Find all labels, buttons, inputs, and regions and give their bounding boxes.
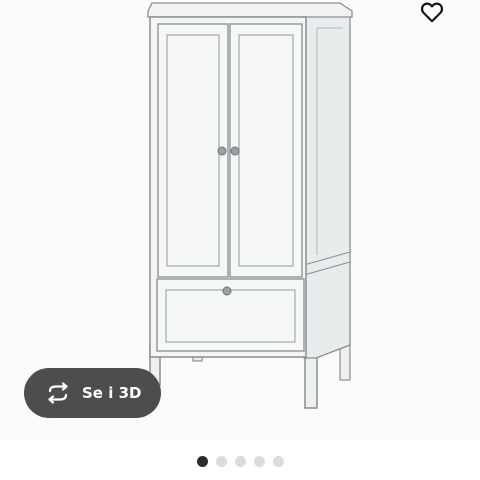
- product-image-gallery: Se i 3D: [0, 0, 480, 480]
- carousel-dot[interactable]: [215, 456, 227, 467]
- view-in-3d-button[interactable]: Se i 3D: [24, 368, 161, 418]
- carousel-dot[interactable]: [272, 456, 284, 467]
- rotate-3d-icon: [44, 379, 72, 407]
- carousel-pagination: [0, 456, 480, 468]
- carousel-dot[interactable]: [196, 456, 208, 467]
- carousel-dot[interactable]: [234, 456, 246, 467]
- view-in-3d-label: Se i 3D: [82, 384, 142, 402]
- carousel-dot[interactable]: [253, 456, 265, 467]
- heart-outline-icon: [420, 2, 444, 23]
